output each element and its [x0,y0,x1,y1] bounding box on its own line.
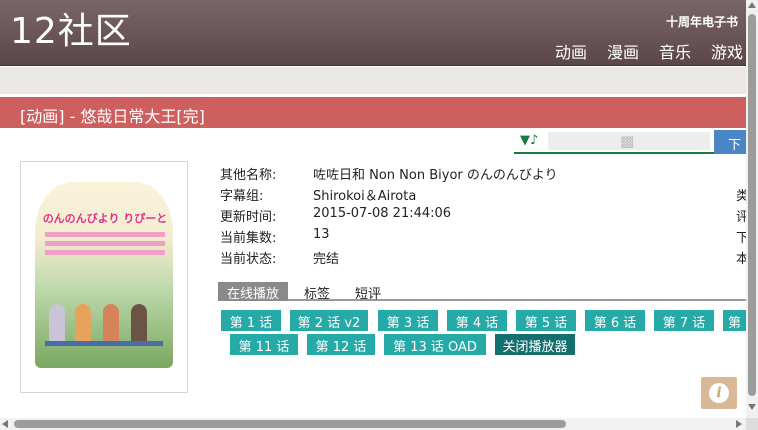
nav-item-manga[interactable]: 漫画 [607,39,639,63]
download-button[interactable]: 下 [714,130,746,154]
episode-button[interactable]: 第 2 话 v2 [290,310,368,331]
cover-logo-text: のんのんびより りぴーと [42,212,168,225]
episode-button[interactable]: 第 11 话 [230,334,298,355]
info-label: 字幕组: [220,189,264,204]
tab-tags[interactable]: 标签 [295,282,339,302]
episode-button[interactable]: 第 13 话 OAD [384,334,486,355]
cover-figure [49,304,65,344]
episode-button[interactable]: 第 12 话 [307,334,375,355]
episode-button[interactable]: 第 7 话 [654,310,714,331]
cover-figure [103,304,119,344]
episode-button[interactable]: 第 1 话 [221,310,281,331]
vertical-scrollbar[interactable] [746,0,758,418]
page-title-bar: [动画] - 悠哉日常大王[完] [0,97,746,128]
tab-online-play[interactable]: 在线播放 [218,282,289,302]
music-play-icon[interactable]: ▼♪ [520,133,538,148]
info-icon: i [709,383,729,403]
info-value: 完结 [313,252,340,267]
cover-figure [131,304,147,344]
episode-button[interactable]: 第 [723,310,746,331]
info-value: 13 [313,227,330,242]
close-player-button[interactable]: 关闭播放器 [495,334,575,355]
episode-button[interactable]: 第 6 话 [585,310,645,331]
player-toolbar: ▼♪ ▩ [514,130,714,154]
cover-figure [75,304,91,344]
nav-item-anime[interactable]: 动画 [555,39,587,63]
scroll-left-icon[interactable] [2,420,8,428]
info-button[interactable]: i [701,377,737,409]
scroll-down-icon[interactable] [748,404,756,410]
scroll-up-icon[interactable] [748,2,756,8]
info-value: 咗咗日和 Non Non Biyor のんのんびより [313,168,558,183]
nav-item-games[interactable]: 游戏 [711,39,743,63]
info-value: 2015-07-08 21:44:06 [313,206,452,221]
site-header: 12社区 十周年电子书 动画 漫画 音乐 游戏 [0,0,758,66]
scrollbar-corner [746,418,758,430]
vertical-scroll-thumb[interactable] [748,14,756,396]
episode-button[interactable]: 第 4 话 [447,310,507,331]
player-controls: ▼♪ ▩ 下 [514,130,746,154]
episode-button[interactable]: 第 3 话 [378,310,438,331]
nav-item-music[interactable]: 音乐 [659,39,691,63]
cover-image: のんのんびより りぴーと [20,161,188,393]
info-value[interactable]: Shirokoi＆Airota [313,185,416,204]
page-title: [动画] - 悠哉日常大王[完] [20,107,205,126]
horizontal-scroll-thumb[interactable] [14,420,566,428]
plugin-placeholder[interactable]: ▩ [548,132,710,150]
horizontal-scrollbar[interactable] [0,418,746,430]
main-nav: 动画 漫画 音乐 游戏 [555,39,743,63]
cover-bench [45,341,163,346]
info-label: 更新时间: [220,210,277,225]
sub-header-strip [0,67,746,94]
info-label: 当前状态: [220,252,277,267]
anniversary-ebook-link[interactable]: 十周年电子书 [666,13,738,30]
scroll-right-icon[interactable] [736,420,742,428]
cover-credits [39,228,171,264]
info-label: 当前集数: [220,231,277,246]
cover-artwork: のんのんびより りぴーと [35,182,173,368]
tab-short-reviews[interactable]: 短评 [346,282,390,302]
info-label: 其他名称: [220,168,277,183]
content-tabs: 在线播放 标签 短评 [218,281,746,302]
site-logo[interactable]: 12社区 [10,14,132,50]
episode-button[interactable]: 第 5 话 [516,310,576,331]
puzzle-icon: ▩ [620,132,635,150]
